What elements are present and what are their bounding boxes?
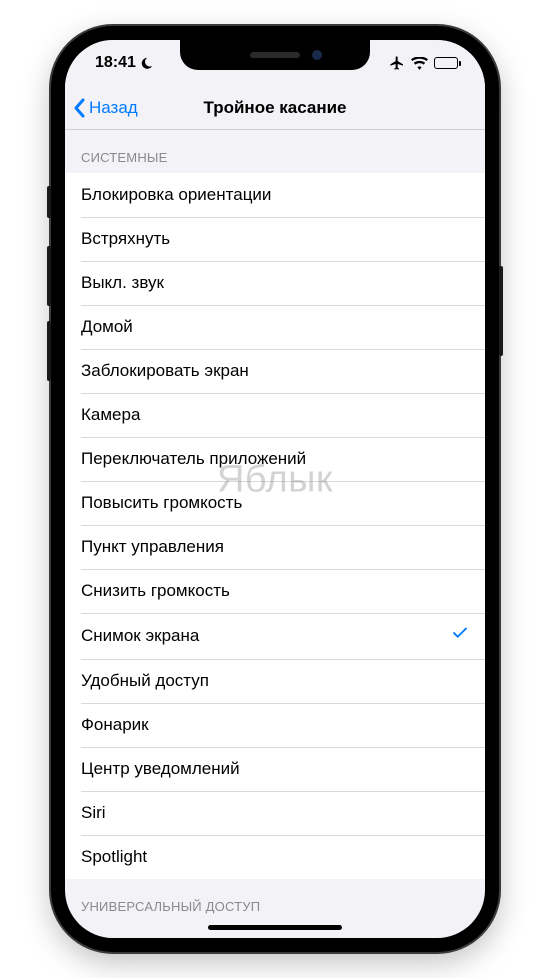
screen: 18:41 Назад — [65, 40, 485, 938]
list-item-label: Удобный доступ — [81, 671, 209, 691]
list-item-label: Spotlight — [81, 847, 147, 867]
phone-frame: 18:41 Назад — [51, 26, 499, 952]
side-button — [47, 186, 51, 218]
list-item-label: Переключатель приложений — [81, 449, 306, 469]
list-item[interactable]: Домой — [65, 305, 485, 349]
status-right — [389, 55, 461, 71]
list-item[interactable]: Повысить громкость — [65, 481, 485, 525]
list-item-label: Снизить громкость — [81, 581, 230, 601]
list-item-label: Снимок экрана — [81, 626, 199, 646]
list-item[interactable]: Встряхнуть — [65, 217, 485, 261]
list-item[interactable]: Пункт управления — [65, 525, 485, 569]
side-button — [47, 321, 51, 381]
list-item[interactable]: Переключатель приложений — [65, 437, 485, 481]
battery-icon — [434, 57, 461, 69]
settings-list: Блокировка ориентации Встряхнуть Выкл. зву… — [65, 173, 485, 879]
list-item-label: Заблокировать экран — [81, 361, 249, 381]
list-item[interactable]: Снизить громкость — [65, 569, 485, 613]
nav-bar: Назад Тройное касание — [65, 86, 485, 130]
list-item-label: Фонарик — [81, 715, 149, 735]
list-item[interactable]: Снимок экрана — [65, 613, 485, 659]
do-not-disturb-icon — [140, 56, 154, 70]
list-item[interactable]: Центр уведомлений — [65, 747, 485, 791]
list-item-label: Центр уведомлений — [81, 759, 240, 779]
section-header: СИСТЕМНЫЕ — [65, 130, 485, 173]
list-item[interactable]: Spotlight — [65, 835, 485, 879]
front-camera — [312, 50, 322, 60]
side-button — [47, 246, 51, 306]
content-scroll[interactable]: СИСТЕМНЫЕ Блокировка ориентации Встряхнуть… — [65, 130, 485, 938]
list-item[interactable]: Фонарик — [65, 703, 485, 747]
list-item[interactable]: Удобный доступ — [65, 659, 485, 703]
list-item[interactable]: Блокировка ориентации — [65, 173, 485, 217]
section-header: УНИВЕРСАЛЬНЫЙ ДОСТУП — [65, 879, 485, 922]
notch — [180, 40, 370, 70]
status-left: 18:41 — [95, 54, 154, 72]
airplane-mode-icon — [389, 55, 405, 71]
list-item[interactable]: Камера — [65, 393, 485, 437]
list-item[interactable]: Siri — [65, 791, 485, 835]
list-item-label: Выкл. звук — [81, 273, 164, 293]
list-item[interactable]: Выкл. звук — [65, 261, 485, 305]
chevron-left-icon — [73, 98, 85, 118]
list-item-label: Встряхнуть — [81, 229, 170, 249]
list-item-label: Домой — [81, 317, 133, 337]
list-item-label: Камера — [81, 405, 140, 425]
wifi-icon — [411, 57, 428, 70]
home-indicator[interactable] — [208, 925, 342, 930]
status-time: 18:41 — [95, 54, 136, 72]
side-button — [499, 266, 503, 356]
list-item-label: Повысить громкость — [81, 493, 242, 513]
checkmark-icon — [451, 624, 469, 648]
back-button[interactable]: Назад — [73, 98, 138, 118]
list-item-label: Siri — [81, 803, 106, 823]
back-label: Назад — [89, 98, 138, 118]
list-item-label: Блокировка ориентации — [81, 185, 271, 205]
list-item[interactable]: Заблокировать экран — [65, 349, 485, 393]
speaker-grille — [250, 52, 300, 58]
list-item-label: Пункт управления — [81, 537, 224, 557]
